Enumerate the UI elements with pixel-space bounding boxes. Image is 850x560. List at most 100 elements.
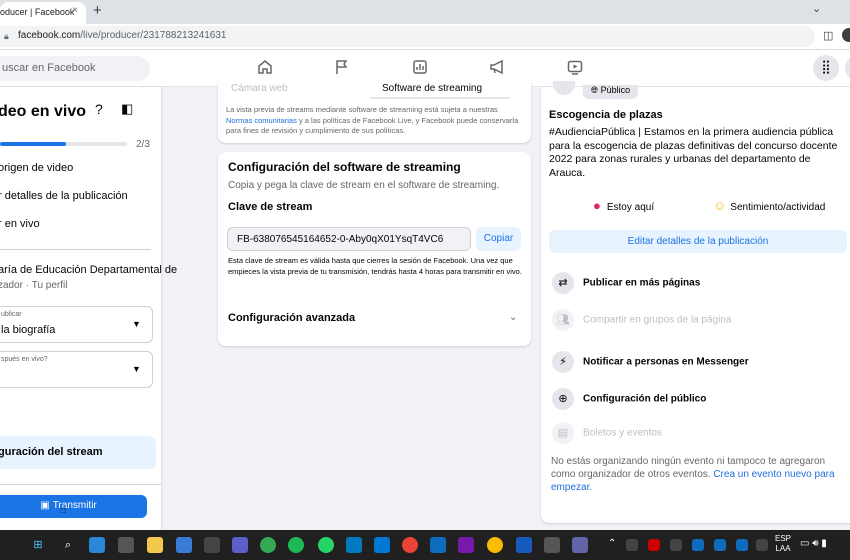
widgets-icon[interactable] — [89, 537, 105, 553]
section-subtitle: Copia y pega la clave de stream en el so… — [228, 180, 500, 191]
lock-icon[interactable]: 🔒︎ — [4, 31, 9, 42]
tray-app-icon[interactable] — [670, 539, 682, 551]
chrome-active-icon[interactable] — [487, 537, 503, 553]
browser-tab-title: oducer | Facebook — [0, 7, 75, 17]
teams-icon[interactable] — [572, 537, 588, 553]
task-view-icon[interactable] — [118, 537, 134, 553]
post-title[interactable]: Escogencia de plazas — [549, 109, 663, 121]
collapse-panel-icon[interactable]: ◧ — [121, 101, 133, 117]
avatar — [553, 81, 575, 95]
community-standards-link[interactable]: Normas comunitarias — [226, 116, 297, 125]
spotify-icon[interactable] — [288, 537, 304, 553]
go-live-button[interactable]: ▣ Transmitir — [0, 495, 147, 518]
help-icon[interactable]: ? — [95, 101, 103, 117]
audience-selector[interactable]: 🌐︎ Público — [583, 85, 638, 99]
notify-messenger-option[interactable]: ⚡︎ Notificar a personas en Messenger — [552, 351, 749, 373]
audience-settings-option[interactable]: ⊕ Configuración del público — [552, 388, 706, 410]
tray-app-icon[interactable] — [626, 539, 638, 551]
microphone-icon[interactable] — [756, 539, 768, 551]
divider — [0, 249, 151, 250]
feeling-activity-button[interactable]: ☺ Sentimiento/actividad — [713, 198, 825, 213]
preview-policy-note: La vista previa de streams mediante soft… — [226, 105, 522, 137]
chrome-profile-icon[interactable] — [402, 537, 418, 553]
select-label: ublicar — [1, 311, 22, 318]
dashboard-icon[interactable] — [410, 59, 430, 77]
app-icon[interactable] — [176, 537, 192, 553]
option-label: Notificar a personas en Messenger — [583, 356, 749, 368]
app-icon[interactable] — [544, 537, 560, 553]
step-go-live[interactable]: r en vivo — [0, 218, 40, 230]
app-icon[interactable] — [204, 537, 220, 553]
home-icon[interactable] — [255, 59, 275, 77]
address-bar: 🔒︎ facebook.com/live/producer/2317882132… — [0, 24, 850, 50]
outlook-icon[interactable] — [374, 537, 390, 553]
edit-post-details-button[interactable]: Editar detalles de la publicación — [549, 230, 847, 253]
language-indicator[interactable]: ESP LAA — [775, 534, 791, 554]
app-icon[interactable] — [232, 537, 248, 553]
browser-tab-bar: oducer | Facebook × + ⌄ — [0, 0, 850, 24]
tray-app-icon[interactable] — [648, 539, 660, 551]
stream-key-note: Esta clave de stream es válida hasta que… — [228, 256, 522, 276]
organizer-name: aría de Educación Departamental de — [0, 264, 178, 276]
tab-search-icon[interactable]: ⌄ — [812, 2, 821, 15]
search-icon[interactable]: ⌕ — [60, 537, 76, 553]
menu-grid-icon[interactable]: ⣿ — [813, 55, 839, 81]
share-pages-icon: ⇄ — [552, 272, 574, 294]
trello-icon[interactable] — [346, 537, 362, 553]
side-panel-icon[interactable]: ◫ — [823, 29, 833, 42]
system-tray-icons[interactable]: ▭ 🔊︎ ▮ — [800, 538, 827, 549]
messenger-button[interactable] — [845, 55, 850, 81]
advanced-settings-toggle[interactable]: Configuración avanzada — [228, 312, 355, 324]
stream-key-field[interactable]: FB-638076545164652-0-Aby0qX01YsqT4VC6 — [227, 227, 471, 251]
tickets-events-option: ▤ Boletos y eventos — [552, 422, 662, 444]
url-field[interactable]: 🔒︎ facebook.com/live/producer/2317882132… — [0, 26, 815, 47]
url-path: /live/producer/231788213241631 — [80, 30, 227, 41]
publish-more-pages-option[interactable]: ⇄ Publicar en más páginas — [552, 272, 700, 294]
tray-overflow-icon[interactable]: ⌃ — [608, 538, 616, 549]
onedrive-icon[interactable] — [430, 537, 446, 553]
tab-indicator — [370, 97, 510, 99]
video-icon[interactable] — [565, 59, 585, 77]
new-tab-button[interactable]: + — [93, 2, 102, 19]
step-post-details[interactable]: r detalles de la publicación — [0, 190, 128, 202]
flag-icon[interactable] — [332, 59, 352, 77]
profile-avatar[interactable] — [842, 28, 850, 42]
onenote-icon[interactable] — [458, 537, 474, 553]
option-label: Compartir en grupos de la página — [583, 314, 732, 326]
stream-config-nav-item[interactable]: guración del stream — [0, 436, 156, 469]
after-live-select[interactable]: spués en vivo? ▼ — [0, 351, 153, 388]
video-source-card: Cámara web Software de streaming La vist… — [218, 76, 531, 143]
live-setup-panel: deo en vivo ? ◧ 2/3 origen de video r de… — [0, 87, 177, 530]
page-title: deo en vivo — [0, 103, 87, 120]
file-explorer-icon[interactable] — [147, 537, 163, 553]
windows-start-icon[interactable]: ⊞ — [30, 537, 46, 553]
tab-webcam[interactable]: Cámara web — [231, 83, 288, 94]
url-host: facebook.com — [18, 30, 81, 41]
tray-cloud-icon[interactable] — [714, 539, 726, 551]
facebook-search-input[interactable]: uscar en Facebook — [0, 56, 150, 81]
globe-icon: ⊕ — [552, 388, 574, 410]
chrome-icon[interactable] — [260, 537, 276, 553]
tab-streaming-software[interactable]: Software de streaming — [382, 83, 482, 94]
camera-icon: ▣ — [40, 500, 50, 511]
stream-key-title: Clave de stream — [228, 201, 313, 213]
keyboard-layout: LAA — [775, 544, 791, 553]
copy-key-button[interactable]: Copiar — [476, 227, 521, 251]
tray-cloud-icon[interactable] — [692, 539, 704, 551]
globe-icon: 🌐︎ — [590, 85, 599, 95]
publish-location-select[interactable]: ublicar la biografía ▼ — [0, 306, 153, 343]
tray-cloud-icon[interactable] — [736, 539, 748, 551]
groups-icon: 👥︎ — [552, 309, 574, 331]
setup-progress-bar — [0, 142, 127, 146]
step-video-source[interactable]: origen de video — [0, 162, 73, 174]
messenger-icon: ⚡︎ — [552, 351, 574, 373]
post-description[interactable]: #AudienciaPública | Estamos en la primer… — [549, 126, 849, 180]
whatsapp-icon[interactable] — [318, 537, 334, 553]
megaphone-icon[interactable] — [487, 59, 507, 77]
chevron-down-icon[interactable]: ⌄ — [509, 312, 517, 323]
tab-close-icon[interactable]: × — [72, 5, 78, 16]
check-in-button[interactable]: ● Estoy aquí — [593, 198, 654, 213]
events-note: No estás organizando ningún evento ni ta… — [551, 455, 839, 494]
language-code: ESP — [775, 534, 792, 543]
word-icon[interactable] — [516, 537, 532, 553]
